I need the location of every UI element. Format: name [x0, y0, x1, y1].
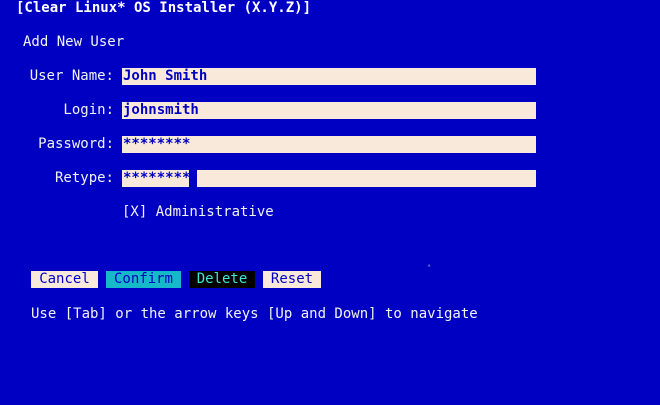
reset-button[interactable]: Reset	[263, 271, 321, 288]
delete-button[interactable]: Delete	[189, 271, 255, 288]
retype-field[interactable]: ********	[122, 170, 536, 187]
retype-input-area[interactable]	[197, 170, 536, 187]
password-value: ********	[122, 136, 192, 153]
page-title: Add New User	[23, 34, 125, 50]
retype-value: ********	[122, 170, 191, 187]
app-title: [Clear Linux* OS Installer (X.Y.Z)]	[16, 0, 312, 16]
navigation-help-text: Use [Tab] or the arrow keys [Up and Down…	[31, 306, 478, 322]
user-name-label: User Name:	[29, 68, 114, 84]
retype-separator	[189, 170, 197, 187]
cancel-button[interactable]: Cancel	[31, 271, 98, 288]
login-field[interactable]: johnsmith	[122, 102, 536, 119]
password-field[interactable]: ********	[122, 136, 536, 153]
confirm-button[interactable]: Confirm	[106, 271, 181, 288]
mouse-cursor-icon: ▴	[427, 261, 432, 269]
login-label: Login:	[63, 102, 114, 118]
administrative-checkbox[interactable]: [X] Administrative	[122, 204, 274, 221]
login-value: johnsmith	[122, 102, 200, 119]
user-name-value: John Smith	[122, 68, 209, 85]
retype-label: Retype:	[54, 170, 114, 186]
password-label: Password:	[38, 136, 114, 152]
user-name-field[interactable]: John Smith	[122, 68, 536, 85]
